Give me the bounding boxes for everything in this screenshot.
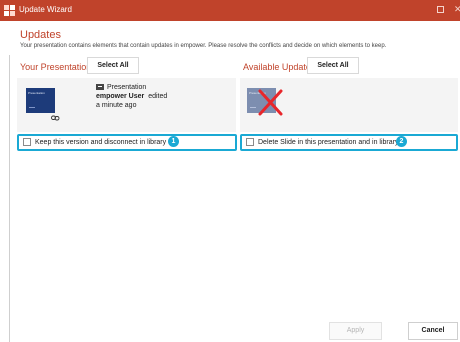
delete-slide-label: Delete Slide in this presentation and in… bbox=[258, 139, 399, 146]
slide-type: Presentation bbox=[107, 84, 147, 91]
slide-action: edited bbox=[148, 93, 168, 100]
powerpoint-icon bbox=[96, 84, 104, 91]
local-slide-thumbnail: Presentation bbox=[26, 88, 55, 113]
delete-slide-option[interactable]: Delete Slide in this presentation and in… bbox=[240, 134, 458, 151]
keep-version-option[interactable]: Keep this version and disconnect in libr… bbox=[17, 134, 237, 151]
window-title: Update Wizard bbox=[19, 5, 72, 14]
available-updates-label: Available Updates bbox=[243, 62, 316, 72]
thumbnail-line bbox=[29, 107, 35, 108]
step-badge-1: 1 bbox=[168, 136, 179, 147]
right-select-all-button[interactable]: Select All bbox=[307, 57, 359, 74]
thumbnail-line bbox=[250, 107, 256, 108]
empower-logo-icon bbox=[4, 5, 15, 16]
thumbnail-text: Presentation bbox=[28, 91, 45, 95]
title-bar: Update Wizard ✕ bbox=[0, 0, 460, 21]
local-slide-card[interactable]: Presentation Presentation empower User e… bbox=[17, 78, 236, 132]
cancel-button[interactable]: Cancel bbox=[408, 322, 458, 340]
slide-time: a minute ago bbox=[96, 102, 137, 109]
step-badge-2: 2 bbox=[396, 136, 407, 147]
slide-author: empower User bbox=[96, 93, 145, 100]
update-slide-card[interactable]: Presentation bbox=[240, 78, 458, 132]
delete-slide-checkbox[interactable] bbox=[246, 138, 254, 146]
page-title: Updates bbox=[20, 29, 61, 41]
keep-version-label: Keep this version and disconnect in libr… bbox=[35, 139, 167, 146]
your-presentation-label: Your Presentation bbox=[20, 62, 92, 72]
link-icon bbox=[51, 115, 60, 121]
maximize-button[interactable] bbox=[437, 6, 444, 13]
slide-meta: Presentation empower User edited a minut… bbox=[96, 83, 167, 110]
left-select-all-button[interactable]: Select All bbox=[87, 57, 139, 74]
apply-button[interactable]: Apply bbox=[329, 322, 382, 340]
slide-author-row: empower User edited bbox=[96, 92, 167, 101]
slide-type-row: Presentation bbox=[96, 83, 167, 92]
left-divider bbox=[9, 55, 10, 342]
keep-version-checkbox[interactable] bbox=[23, 138, 31, 146]
red-x-icon bbox=[258, 89, 283, 116]
page-description: Your presentation contains elements that… bbox=[20, 43, 387, 49]
close-button[interactable]: ✕ bbox=[454, 3, 460, 15]
